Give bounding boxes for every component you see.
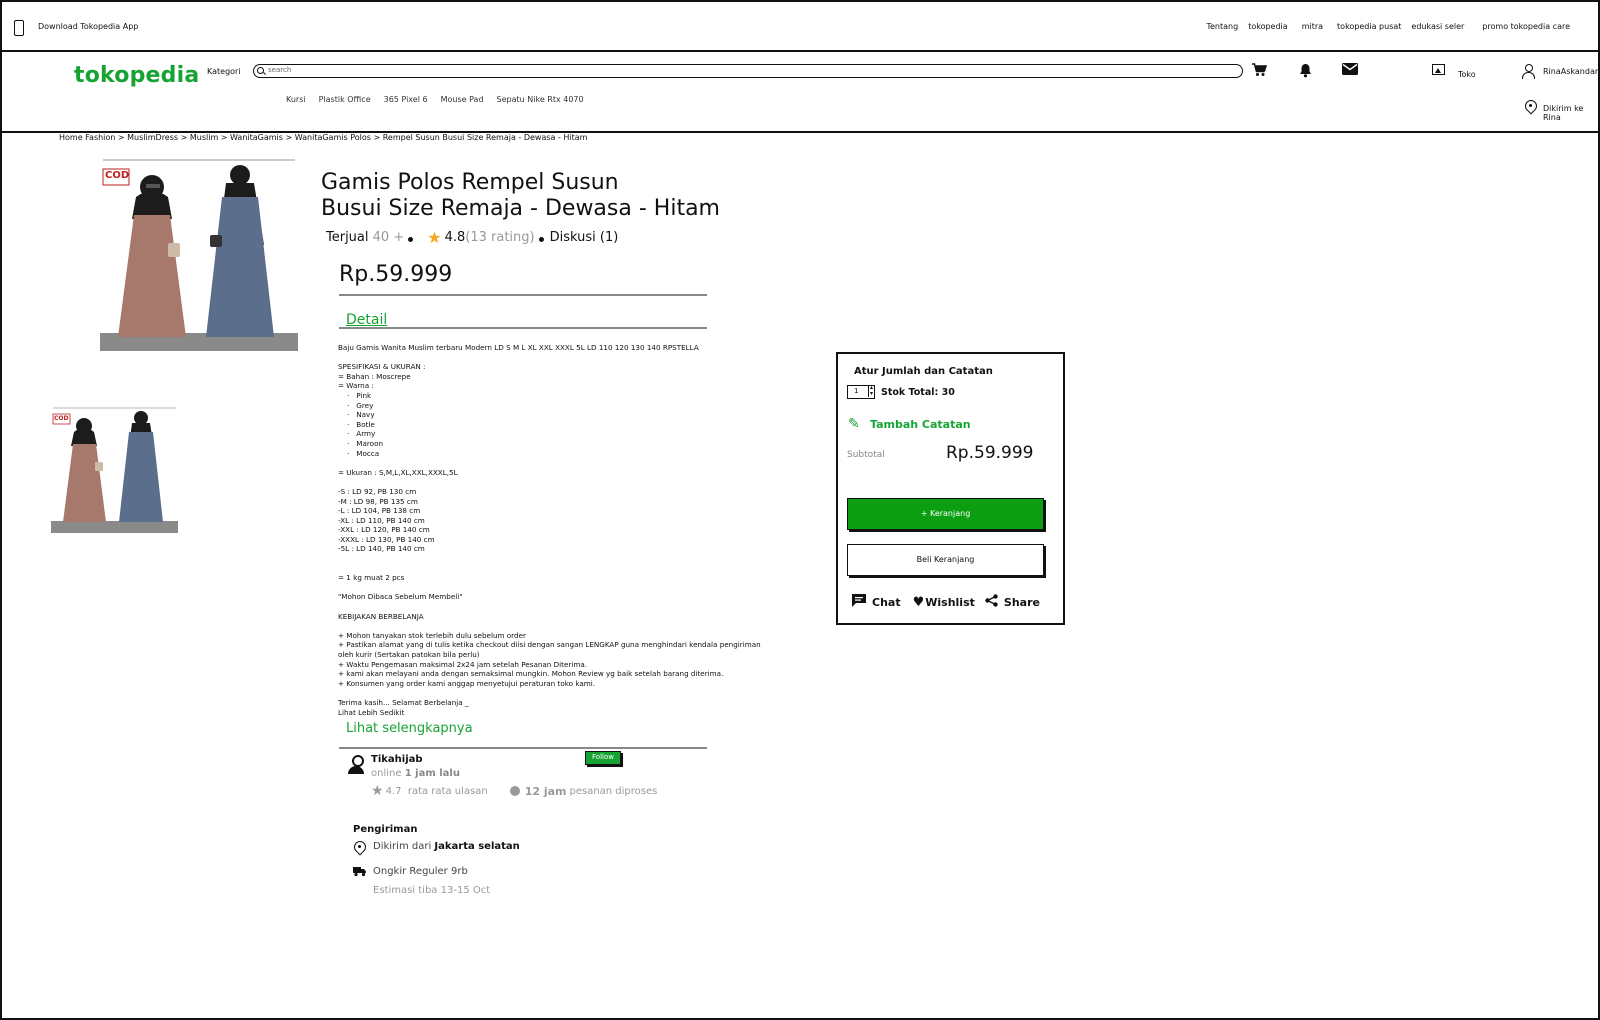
product-title-line1: Gamis Polos Rempel Susun [321, 170, 619, 195]
quick-link[interactable]: Sepatu Nike Rtx 4070 [497, 95, 584, 104]
cart-icon[interactable] [1252, 63, 1268, 81]
clock-icon [509, 786, 520, 796]
purchase-box-title: Atur Jumlah dan Catatan [854, 366, 993, 377]
product-title-line2: Busui Size Remaja - Dewasa - Hitam [321, 196, 720, 221]
image-icon [1432, 64, 1445, 75]
seller-avatar-icon [348, 755, 364, 775]
chat-label: Chat [872, 596, 901, 609]
buy-button[interactable]: Beli Keranjang [847, 544, 1044, 576]
seller-online-status: online 1 jam lalu [371, 768, 460, 779]
shipping-estimasi: Estimasi tiba 13-15 Oct [373, 885, 491, 896]
user-name[interactable]: RinaAskandar [1543, 67, 1598, 76]
seller-rating: 4.7 [385, 785, 402, 797]
shipping-ongkir: Ongkir Reguler 9rb [373, 866, 468, 877]
product-title: Gamis Polos Rempel Susun Busui Size Rema… [321, 170, 761, 222]
toko-link[interactable]: Toko [1458, 70, 1476, 79]
share-button[interactable]: Share [985, 594, 1040, 611]
top-bar: Download Tokopedia App Tentang tokopedia… [0, 0, 1600, 52]
online-time: 1 jam lalu [404, 768, 460, 779]
product-image-main[interactable]: COD [100, 157, 298, 351]
seller-rating-label: rata rata ulasan [407, 785, 488, 797]
wishlist-button[interactable]: ♥ Wishlist [913, 595, 975, 610]
search-placeholder: search [268, 66, 292, 74]
purchase-box: Atur Jumlah dan Catatan 1 Stok Total: 30… [836, 352, 1065, 625]
cod-badge: COD [54, 415, 69, 422]
rating-count[interactable]: (13 rating) [465, 230, 534, 245]
seller-rating-row: ★ 4.7 rata rata ulasan 12 jam pesanan di… [371, 783, 657, 799]
add-to-cart-button[interactable]: + Keranjang [847, 498, 1044, 530]
share-icon [985, 594, 998, 611]
wishlist-label: Wishlist [925, 596, 975, 609]
subtotal-label: Subtotal [847, 450, 885, 460]
link-tokopedia-pusat[interactable]: tokopedia pusat [1337, 22, 1401, 31]
location-pin-icon [354, 841, 364, 855]
kategori-menu[interactable]: Kategori [207, 67, 241, 76]
link-promo-tokopedia-care[interactable]: promo tokopedia care [1482, 22, 1570, 31]
stock-total: Stok Total: 30 [881, 387, 955, 398]
diskusi-link[interactable]: Diskusi (1) [550, 230, 619, 245]
product-price: Rp.59.999 [339, 262, 453, 287]
add-note-button[interactable]: Tambah Catatan [870, 418, 971, 431]
shipping-from-label: Dikirim dari [373, 841, 432, 852]
quick-link[interactable]: Mouse Pad [441, 95, 484, 104]
shipping-from-city: Jakarta selatan [434, 841, 520, 852]
follow-button[interactable]: Follow [585, 751, 621, 765]
phone-icon [14, 20, 24, 36]
tab-detail[interactable]: Detail [346, 312, 387, 328]
search-icon [257, 67, 264, 74]
star-icon: ★ [427, 228, 442, 247]
divider [339, 327, 707, 329]
quick-link[interactable]: Plastik Office [319, 95, 371, 104]
page-frame [0, 0, 1600, 1020]
product-stats: Terjual 40 + ★ 4.8 (13 rating) Diskusi (… [326, 228, 618, 247]
dikirim-ke-label: Dikirim ke [1543, 104, 1584, 113]
seller-name[interactable]: Tikahijab [371, 754, 423, 765]
action-row: Chat ♥ Wishlist Share [852, 594, 1052, 611]
quick-links: Kursi Plastik Office 365 Pixel 6 Mouse P… [286, 95, 584, 104]
chat-icon [852, 594, 866, 611]
divider [339, 294, 707, 296]
star-icon: ★ [371, 783, 384, 799]
link-tentang[interactable]: Tentang [1206, 22, 1238, 31]
main-header: tokopedia Kategori search Kursi Plastik … [0, 53, 1600, 133]
terjual-value: 40 + [372, 230, 405, 245]
quantity-stepper[interactable]: 1 [847, 385, 875, 399]
see-more-link[interactable]: Lihat selengkapnya [346, 721, 473, 736]
share-label: Share [1003, 596, 1040, 609]
quick-link[interactable]: 365 Pixel 6 [384, 95, 428, 104]
mail-icon[interactable] [1342, 63, 1358, 79]
product-description: Baju Gamis Wanita Muslim terbaru Modern … [338, 343, 761, 717]
cod-badge: COD [105, 170, 130, 181]
heart-icon: ♥ [912, 595, 925, 610]
separator-dot [408, 237, 414, 242]
shipping-from: Dikirim dari Jakarta selatan [373, 841, 520, 852]
subtotal-value: Rp.59.999 [946, 443, 1034, 463]
product-image-thumb[interactable]: COD [51, 406, 178, 533]
shipping-title: Pengiriman [353, 824, 418, 835]
link-tokopedia[interactable]: tokopedia [1248, 22, 1287, 31]
dikirim-ke-name: Rina [1543, 113, 1561, 122]
online-label: online [371, 768, 402, 779]
chat-button[interactable]: Chat [852, 594, 901, 611]
quick-link[interactable]: Kursi [286, 95, 306, 104]
separator-dot [538, 237, 544, 242]
terjual-label: Terjual [326, 230, 369, 245]
rating-value: 4.8 [444, 230, 466, 245]
link-mitra[interactable]: mitra [1302, 22, 1323, 31]
logo[interactable]: tokopedia [74, 63, 199, 88]
dikirim-ke[interactable]: Dikirim ke Rina [1543, 104, 1598, 122]
breadcrumb[interactable]: Home Fashion > MuslimDress > Muslim > Wa… [59, 133, 587, 142]
user-icon [1522, 64, 1535, 80]
pencil-icon[interactable]: ✎ [848, 416, 860, 432]
bell-icon[interactable] [1299, 63, 1312, 82]
process-time: 12 jam [524, 784, 567, 798]
download-app-link[interactable]: Download Tokopedia App [38, 22, 138, 31]
location-pin-icon [1525, 100, 1535, 114]
search-input[interactable]: search [253, 64, 1243, 78]
top-links: Tentang tokopedia mitra tokopedia pusat … [1206, 22, 1570, 31]
process-label: pesanan diproses [569, 785, 658, 797]
link-edukasi-seler[interactable]: edukasi seler [1411, 22, 1464, 31]
truck-icon [353, 866, 367, 880]
divider [339, 747, 707, 749]
